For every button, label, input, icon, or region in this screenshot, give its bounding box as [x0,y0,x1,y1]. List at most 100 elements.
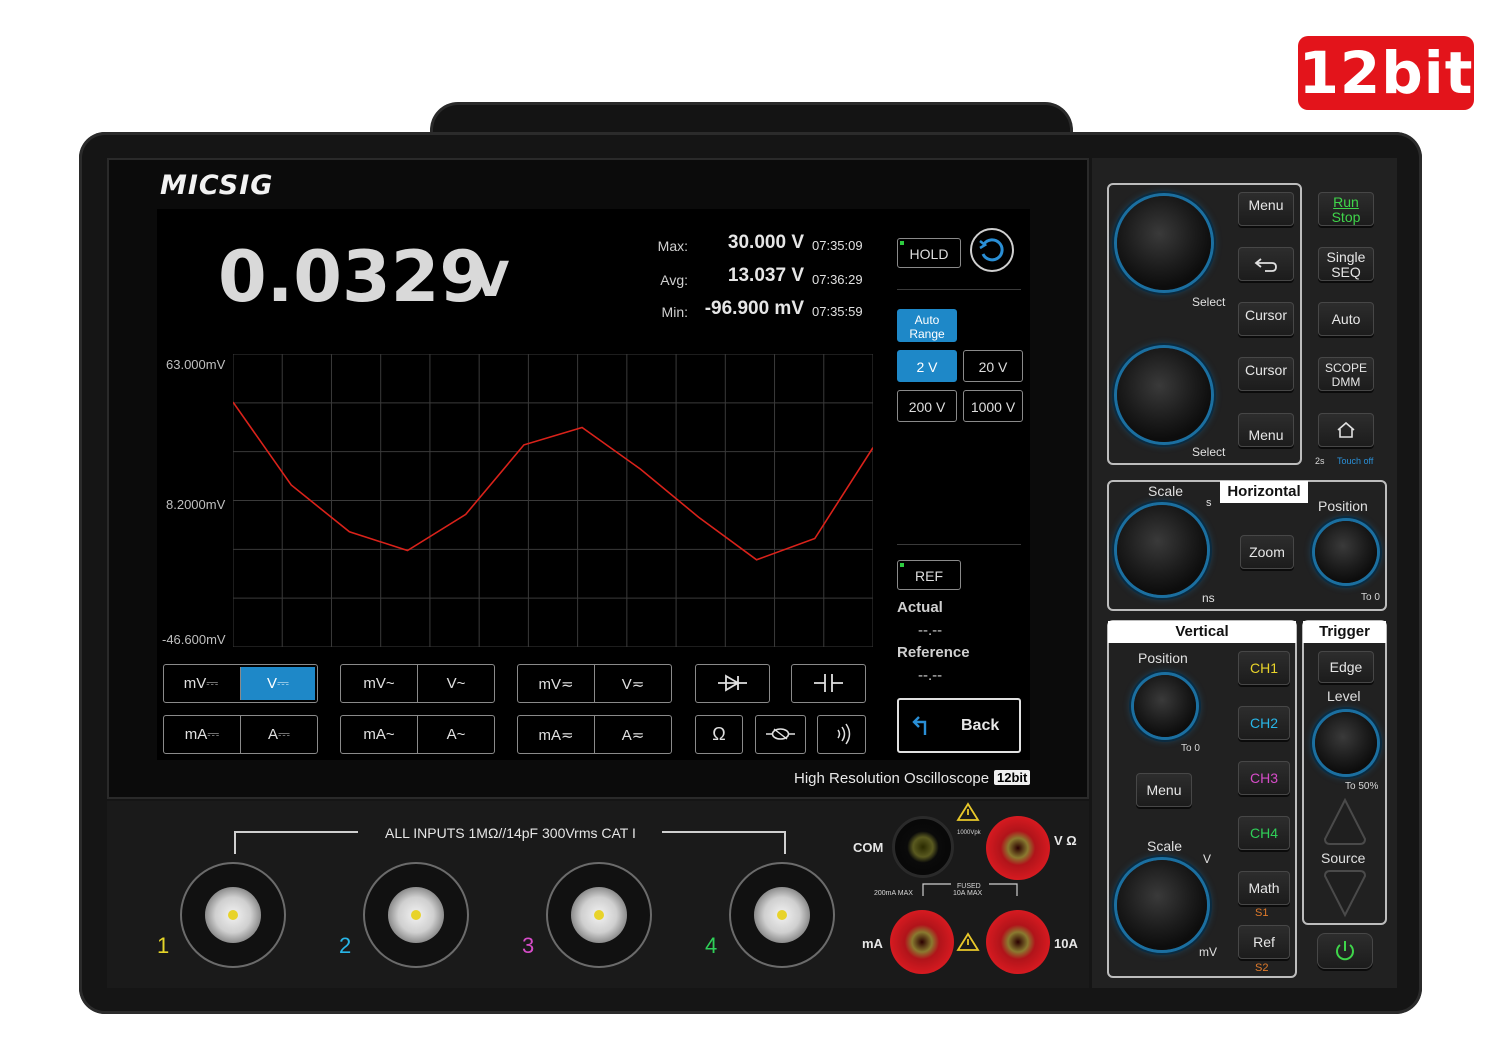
run-stop-button[interactable]: Run Stop [1318,192,1374,226]
mode-a-dc[interactable]: A⎓ [240,716,317,753]
horizontal-position-knob[interactable] [1315,521,1377,583]
mode-mv-acdc[interactable]: mV≂ [518,665,594,702]
zoom-button[interactable]: Zoom [1240,535,1294,569]
select-label: Select [1192,295,1226,309]
mode-v-dc[interactable]: V⎓ [240,667,315,700]
ref-wave-button[interactable]: Ref [1238,925,1290,959]
mode-group-dc-current: mA⎓ A⎓ [163,715,318,754]
cursor-horizontal-button[interactable]: Cursor [1238,302,1294,336]
reference-value: --.-- [918,667,943,684]
reference-label: Reference [897,644,970,661]
dmm-label: DMM [1331,375,1361,389]
back-label: Back [961,717,1000,734]
to-zero-label: To 0 [1181,743,1200,754]
auto-button[interactable]: Auto [1318,302,1374,336]
source-label: Source [1321,850,1366,866]
hold-button[interactable]: HOLD [897,238,961,268]
vertical-scale-knob[interactable] [1117,860,1207,950]
ch2-button[interactable]: CH2 [1238,706,1290,740]
divider [897,289,1021,290]
bnc-pin-2 [411,910,421,920]
auto-range-button[interactable]: Auto Range [897,309,957,342]
v-ohm-jack[interactable] [986,816,1050,880]
menu-button[interactable]: Menu [1238,192,1294,226]
range-20v-button[interactable]: 20 V [963,350,1023,382]
channel-4-label: 4 [705,933,718,958]
com-jack[interactable] [892,816,954,878]
mode-ma-acdc[interactable]: mA≂ [518,716,594,753]
home-button[interactable] [1318,413,1374,447]
range-1000v-button[interactable]: 1000 V [963,390,1023,422]
select-knob-bottom[interactable] [1117,348,1211,442]
mode-mv-dc[interactable]: mV⎓ [164,665,238,702]
warning-icon [956,802,980,821]
y-tick-label: 63.000mV [166,357,226,372]
refresh-button[interactable] [970,228,1014,272]
ch3-button[interactable]: CH3 [1238,761,1290,795]
com-label: COM [853,840,884,855]
range-200v-button[interactable]: 200 V [897,390,957,422]
horizontal-scale-knob[interactable] [1117,505,1207,595]
mode-group-acdc-current: mA≂ A≂ [517,715,672,754]
mode-ohm-button[interactable]: Ω [695,715,743,754]
mode-ma-ac[interactable]: mA~ [341,716,417,753]
cursor-label: Cursor [1244,362,1287,378]
main-reading: 0.0329 [218,236,489,318]
mode-beep-button[interactable] [817,715,866,754]
undo-button[interactable] [1238,247,1294,281]
power-button[interactable] [1317,933,1373,969]
math-button[interactable]: Math [1238,871,1290,905]
10a-jack[interactable] [986,910,1050,974]
run-label: Run [1333,194,1359,210]
ma-jack[interactable] [890,910,954,974]
millivolts-label: mV [1199,945,1217,959]
cursor-vertical-button[interactable]: Cursor [1238,357,1294,391]
waveform-plot[interactable] [233,354,873,647]
source-up-button[interactable] [1322,797,1368,847]
horizontal-scale-label: Scale [1148,483,1184,499]
mode-a-acdc[interactable]: A≂ [594,716,671,753]
range-2v-button[interactable]: 2 V [897,350,957,382]
vertical-position-knob[interactable] [1134,675,1196,737]
bnc-pin-3 [594,910,604,920]
ch1-button[interactable]: CH1 [1238,651,1290,685]
diode-icon [718,674,747,692]
mode-group-dc: mV⎓ V⎓ [163,664,318,703]
mode-ma-dc[interactable]: mA⎓ [164,716,240,753]
vertical-menu-button[interactable]: Menu [1136,773,1192,807]
horizontal-header: Horizontal [1220,481,1308,503]
trigger-level-label: Level [1327,688,1361,704]
ch4-button[interactable]: CH4 [1238,816,1290,850]
undo-arrow-icon [1254,258,1277,272]
mode-mv-ac[interactable]: mV~ [341,665,417,702]
mode-v-ac[interactable]: V~ [417,665,494,702]
avg-value: 13.037 V [727,265,804,286]
back-button[interactable]: Back [897,698,1021,753]
vertical-header: Vertical [1108,621,1296,643]
waveform-trace [233,401,873,561]
channel-2-label: 2 [339,933,352,958]
mode-capacitance-button[interactable] [791,664,866,703]
ref-button[interactable]: REF [897,560,961,590]
mode-v-acdc[interactable]: V≂ [594,665,671,702]
mode-continuity-button[interactable] [755,715,806,754]
stop-label: Stop [1331,209,1361,225]
scope-dmm-button[interactable]: SCOPE DMM [1318,357,1374,391]
touch-hold-label: 2s [1315,456,1325,466]
ma-max-label: 200mA MAX [874,890,913,897]
bnc-pin-1 [228,910,238,920]
resolution-badge: 12bit [1298,36,1474,110]
menu-up-button[interactable]: Menu [1238,413,1294,447]
source-down-button[interactable] [1322,868,1368,918]
mode-diode-button[interactable] [695,664,770,703]
single-seq-button[interactable]: Single SEQ [1318,247,1374,281]
ma-label: mA [862,936,883,951]
max-value: 30.000 V [727,232,804,253]
edge-button[interactable]: Edge [1318,651,1374,683]
trigger-header: Trigger [1303,621,1386,643]
actual-label: Actual [897,599,943,616]
select-knob-top[interactable] [1117,196,1211,290]
mode-a-ac[interactable]: A~ [417,716,494,753]
brand-logo: MICSIG [160,170,274,201]
trigger-level-knob[interactable] [1315,712,1377,774]
